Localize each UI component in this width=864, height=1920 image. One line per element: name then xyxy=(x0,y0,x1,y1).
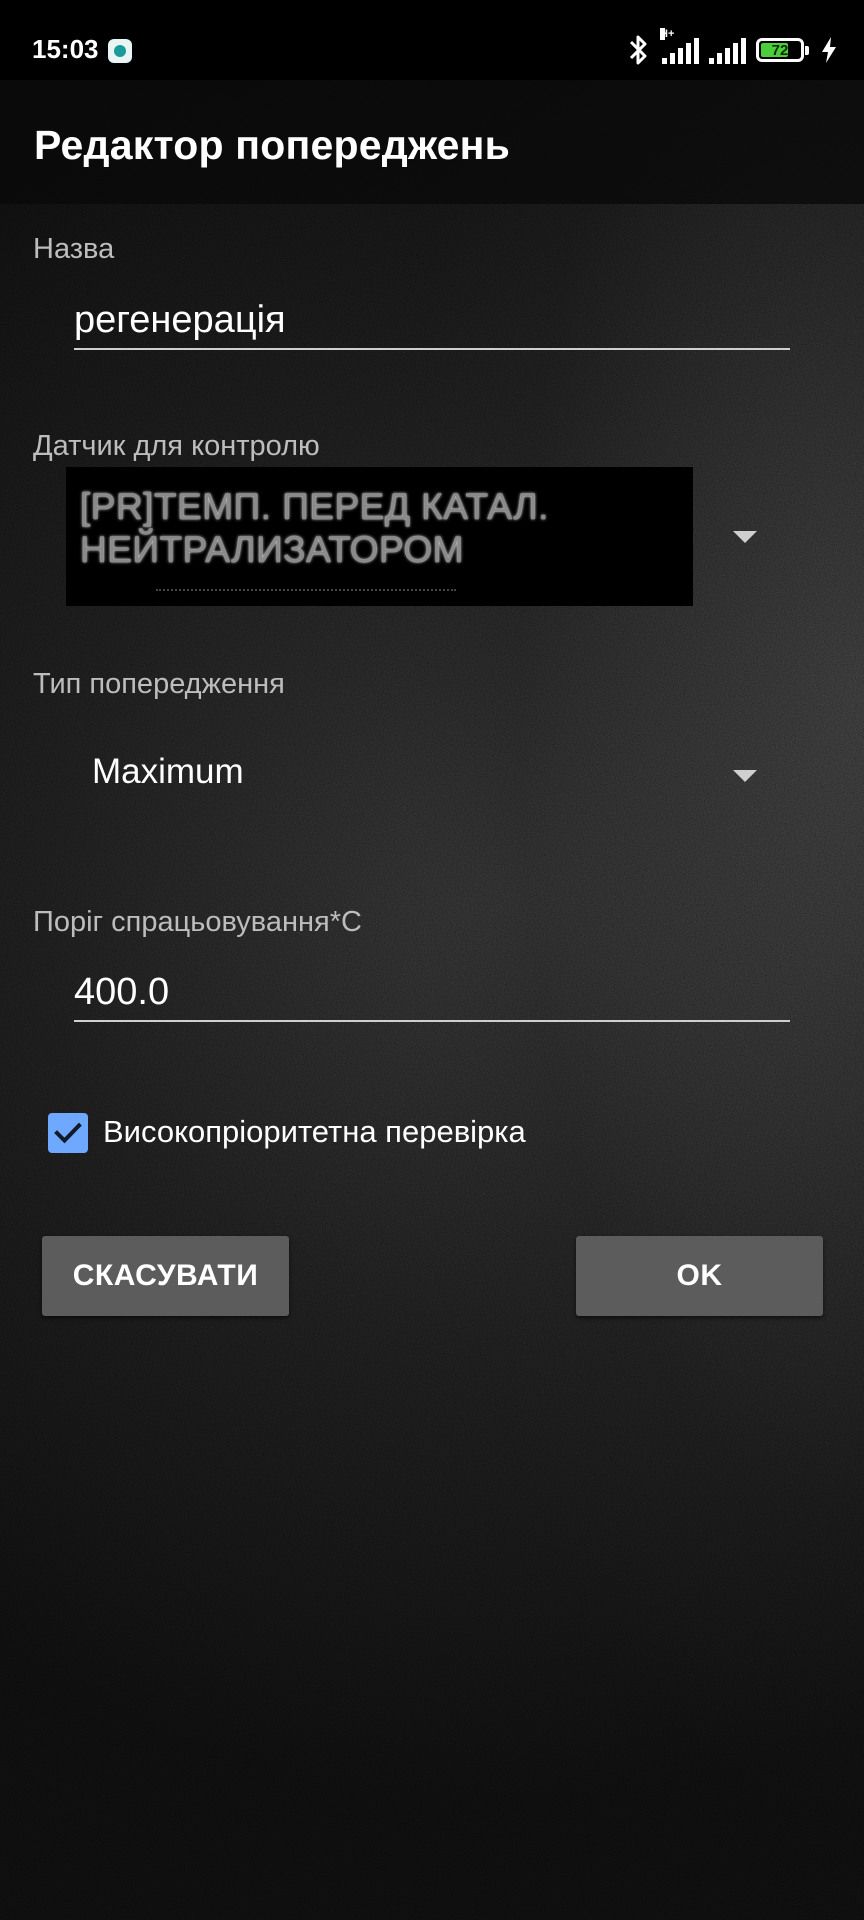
status-time: 15:03 xyxy=(32,34,99,64)
bluetooth-icon xyxy=(629,35,647,65)
high-priority-label[interactable]: Високопріоритетна перевірка xyxy=(103,1114,526,1150)
network-type-label: H+ xyxy=(660,28,675,40)
status-icons: H+ 72 xyxy=(626,28,838,70)
charging-bolt-icon xyxy=(822,37,836,63)
checkmark-icon xyxy=(54,1122,82,1144)
status-bar: 15:03 H+ 72 xyxy=(0,0,864,80)
sensor-label: Датчик для контролю xyxy=(33,430,320,462)
sensor-value: [PR]ТЕМП. ПЕРЕД КАТАЛ. НЕЙТРАЛИЗАТОРОМ xyxy=(80,486,549,570)
page-title: Редактор попереджень xyxy=(34,122,511,168)
warning-type-dropdown[interactable]: Maximum xyxy=(92,752,244,792)
ok-button[interactable]: OK xyxy=(576,1236,823,1316)
name-label: Назва xyxy=(33,233,115,265)
battery-percent: 72 xyxy=(771,41,789,59)
sensor-dropdown[interactable]: [PR]ТЕМП. ПЕРЕД КАТАЛ. НЕЙТРАЛИЗАТОРОМ xyxy=(66,467,693,606)
warning-type-label: Тип попередження xyxy=(33,668,285,700)
name-input[interactable]: регенерація xyxy=(74,290,790,350)
sensor-dropdown-arrow-icon[interactable] xyxy=(733,531,757,543)
signal-strength-icon-1: H+ xyxy=(660,28,699,64)
notification-app-icon xyxy=(108,39,132,63)
warning-type-dropdown-arrow-icon[interactable] xyxy=(733,770,757,782)
app-bar: Редактор попереджень xyxy=(0,80,864,204)
threshold-input[interactable]: 400.0 xyxy=(74,962,790,1022)
battery-icon: 72 xyxy=(756,38,809,62)
high-priority-checkbox[interactable] xyxy=(48,1113,88,1153)
cancel-button[interactable]: СКАСУВАТИ xyxy=(42,1236,289,1316)
sensor-underline xyxy=(156,589,456,593)
signal-strength-icon-2 xyxy=(709,36,746,64)
background-texture xyxy=(0,0,864,1920)
threshold-label: Поріг спрацьовування*C xyxy=(33,906,362,938)
